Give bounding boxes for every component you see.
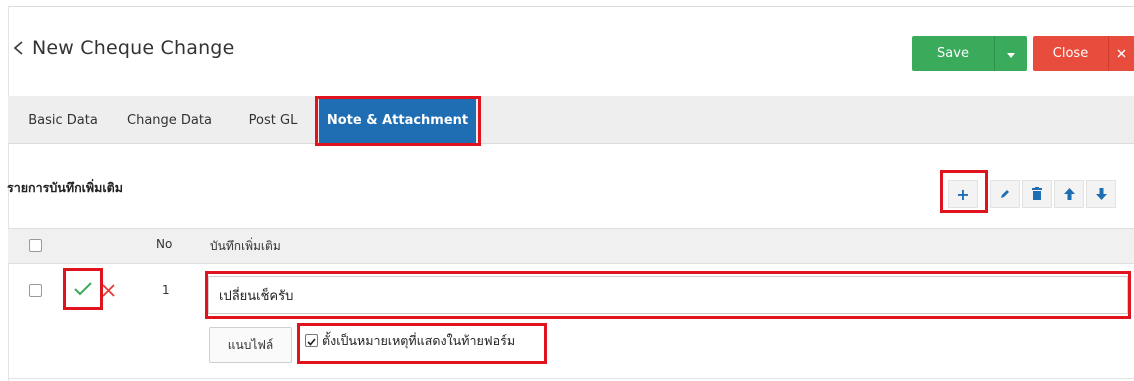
edit-row-button[interactable]: [990, 180, 1020, 208]
checkmark-icon: [307, 331, 316, 350]
delete-row-button[interactable]: [1022, 180, 1052, 208]
move-up-button[interactable]: [1054, 180, 1084, 208]
tab-post-gl[interactable]: Post GL: [228, 96, 318, 144]
close-button-group: Close: [1033, 36, 1134, 71]
table-header: [8, 228, 1134, 264]
plus-icon: +: [956, 184, 970, 204]
close-x-button[interactable]: [1108, 36, 1134, 71]
row-number: 1: [162, 283, 170, 297]
save-options-button[interactable]: [994, 36, 1027, 71]
row-checkbox[interactable]: [29, 284, 42, 297]
add-row-button[interactable]: +: [948, 180, 978, 208]
tab-bar: Basic Data Change Data Post GL Note & At…: [8, 96, 1134, 144]
save-button-group: Save: [912, 36, 1027, 71]
show-on-form-label: ตั้งเป็นหมายเหตุที่แสดงในท้ายฟอร์ม: [322, 333, 516, 348]
column-header-note: บันทึกเพิ่มเติม: [210, 239, 281, 253]
confirm-check-icon[interactable]: [74, 281, 92, 300]
page-title: New Cheque Change: [32, 37, 235, 59]
arrow-down-icon: [1095, 185, 1107, 204]
tab-note-attachment[interactable]: Note & Attachment: [319, 98, 476, 143]
page-header: New Cheque Change Save Close: [0, 7, 1134, 89]
note-input[interactable]: เปลี่ยนเช็ครับ: [208, 276, 1128, 314]
tab-change-data[interactable]: Change Data: [116, 96, 223, 144]
tab-basic-data[interactable]: Basic Data: [12, 96, 114, 144]
chevron-left-icon[interactable]: [10, 34, 28, 62]
show-on-form-checkbox[interactable]: [305, 334, 318, 347]
arrow-up-icon: [1063, 185, 1075, 204]
caret-down-icon: [1006, 44, 1016, 63]
save-button[interactable]: Save: [912, 36, 994, 71]
pencil-icon: [999, 185, 1011, 204]
close-button[interactable]: Close: [1033, 36, 1108, 71]
column-header-no: No: [156, 237, 173, 251]
section-title: รายการบันทึกเพิ่มเติม: [7, 180, 124, 195]
bottom-border: [8, 378, 1134, 379]
cancel-x-icon[interactable]: [102, 282, 115, 301]
attach-file-button[interactable]: แนบไฟล์: [209, 327, 292, 363]
close-icon: [1117, 47, 1126, 61]
select-all-checkbox[interactable]: [29, 239, 42, 252]
move-down-button[interactable]: [1086, 180, 1116, 208]
trash-icon: [1032, 185, 1042, 204]
